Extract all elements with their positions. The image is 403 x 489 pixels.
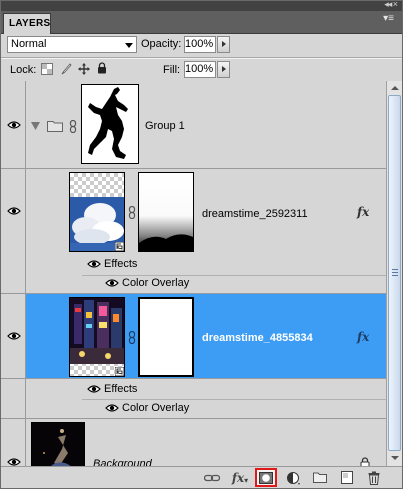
layer-thumbnail-city[interactable] xyxy=(69,297,125,377)
link-chain-icon[interactable] xyxy=(69,120,77,133)
gradient-mask-icon xyxy=(139,173,193,251)
lock-pixels-brush-icon[interactable] xyxy=(60,63,72,75)
fill-slider-toggle[interactable] xyxy=(217,61,230,78)
visibility-cell[interactable] xyxy=(1,419,26,466)
layers-panel: ◂◂ × LAYERS ▾≡ Normal Opacity: 100% Lock… xyxy=(0,0,403,489)
lock-label: Lock: xyxy=(10,64,37,76)
city-night-image-icon xyxy=(70,298,124,364)
scroll-up-icon[interactable] xyxy=(387,81,402,95)
new-layer-icon[interactable] xyxy=(339,470,355,485)
effects-label[interactable]: Effects xyxy=(104,257,137,271)
layer-row-clouds[interactable]: dreamstime_2592311 fx Effects Color Over… xyxy=(1,169,386,294)
clouds-image-icon xyxy=(70,197,124,251)
lock-position-move-icon[interactable] xyxy=(78,63,90,75)
eye-icon[interactable] xyxy=(7,331,21,341)
eye-icon[interactable] xyxy=(105,403,119,413)
opacity-input[interactable]: 100% xyxy=(184,36,216,53)
blend-mode-select[interactable]: Normal xyxy=(7,36,137,53)
divider xyxy=(1,58,402,59)
panel-tab-bar: LAYERS ▾≡ xyxy=(1,11,402,34)
layer-name[interactable]: dreamstime_4855834 xyxy=(202,331,313,345)
layer-name[interactable]: dreamstime_2592311 xyxy=(202,207,308,221)
fx-icon[interactable]: fx xyxy=(357,330,369,344)
folder-icon xyxy=(47,121,63,132)
chevron-down-icon xyxy=(125,43,133,48)
smart-object-badge-icon xyxy=(115,242,124,251)
background-image-icon xyxy=(43,429,71,466)
link-layers-icon[interactable] xyxy=(204,470,220,485)
tab-layers[interactable]: LAYERS xyxy=(3,13,51,34)
mask-link-icon[interactable] xyxy=(128,206,136,219)
scroll-down-icon[interactable] xyxy=(387,451,402,465)
panel-title-bar: ◂◂ × xyxy=(1,0,402,11)
layer-style-icon[interactable]: fx ▾ xyxy=(231,470,249,486)
layer-row-background[interactable]: Background xyxy=(1,419,386,466)
layer-mask-thumbnail[interactable] xyxy=(138,172,194,252)
effects-label[interactable]: Effects xyxy=(104,382,137,396)
scroll-thumb[interactable] xyxy=(388,95,401,451)
visibility-cell xyxy=(1,379,26,418)
eye-icon[interactable] xyxy=(7,457,21,466)
eye-icon[interactable] xyxy=(87,259,101,269)
eye-icon[interactable] xyxy=(7,120,21,130)
lock-transparency-icon[interactable] xyxy=(41,63,53,75)
smart-object-badge-icon xyxy=(115,367,124,376)
delete-layer-icon[interactable] xyxy=(366,470,382,485)
eye-icon[interactable] xyxy=(7,206,21,216)
layer-thumbnail-clouds[interactable] xyxy=(69,172,125,252)
visibility-cell[interactable] xyxy=(1,81,26,168)
layers-scrollbar[interactable] xyxy=(386,81,402,466)
fx-icon[interactable]: fx xyxy=(357,205,369,219)
layer-effects-rows: Effects Color Overlay xyxy=(1,379,386,419)
effect-color-overlay[interactable]: Color Overlay xyxy=(122,401,189,415)
add-mask-icon[interactable] xyxy=(255,468,277,487)
layer-row-group[interactable]: Group 1 xyxy=(1,81,386,169)
opacity-slider-toggle[interactable] xyxy=(217,36,230,53)
visibility-cell[interactable] xyxy=(1,294,26,378)
eye-icon[interactable] xyxy=(105,278,119,288)
expand-triangle-icon[interactable] xyxy=(31,122,40,130)
layer-name[interactable]: Background xyxy=(93,457,152,466)
blend-mode-value: Normal xyxy=(11,38,47,50)
layer-name[interactable]: Group 1 xyxy=(145,119,185,133)
layer-thumbnail-background[interactable] xyxy=(31,422,85,466)
group-mask-thumbnail[interactable] xyxy=(81,84,139,164)
lock-all-icon[interactable] xyxy=(96,62,108,74)
dancer-silhouette-icon xyxy=(88,87,128,159)
fill-label: Fill: xyxy=(163,64,181,76)
new-group-icon[interactable] xyxy=(312,470,328,485)
opacity-label: Opacity: xyxy=(141,38,182,50)
layers-list: Group 1 dreamstime_2592311 fx Effects Co… xyxy=(1,81,386,466)
panel-menu-icon[interactable]: ▾≡ xyxy=(383,14,394,24)
grip-icon xyxy=(392,269,398,276)
adjustment-layer-icon[interactable] xyxy=(286,470,302,485)
divider xyxy=(82,399,386,400)
layer-row-city-selected[interactable]: dreamstime_4855834 fx xyxy=(1,294,386,379)
layer-mask-thumbnail-active[interactable] xyxy=(138,297,194,377)
mask-link-icon[interactable] xyxy=(128,331,136,344)
effect-color-overlay[interactable]: Color Overlay xyxy=(122,276,189,290)
visibility-cell[interactable] xyxy=(1,169,26,293)
eye-icon[interactable] xyxy=(87,384,101,394)
lock-icon xyxy=(360,457,370,466)
collapse-close-controls[interactable]: ◂◂ × xyxy=(384,0,398,10)
fill-input[interactable]: 100% xyxy=(184,61,216,78)
layers-bottom-toolbar: fx ▾ xyxy=(1,466,402,488)
